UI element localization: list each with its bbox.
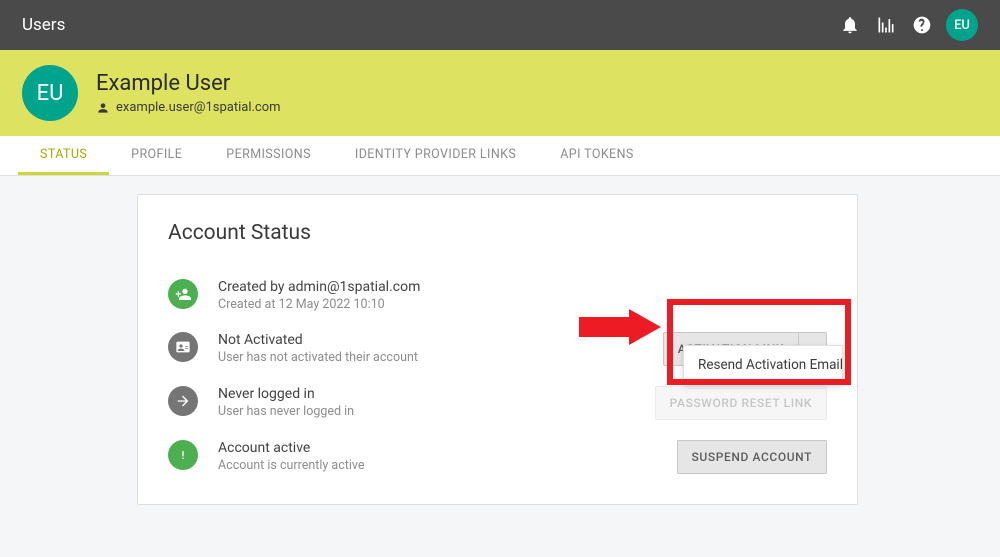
user-avatar-small[interactable]: EU <box>946 9 978 41</box>
password-reset-actions: PASSWORD RESET LINK <box>655 386 827 420</box>
password-reset-button[interactable]: PASSWORD RESET LINK <box>655 386 827 420</box>
activation-link-dropdown: Resend Activation Email <box>683 345 843 385</box>
id-card-icon <box>168 332 198 362</box>
status-text: Not Activated User has not activated the… <box>218 332 643 365</box>
page-body: Account Status Created by admin@1spatial… <box>0 176 1000 523</box>
user-name: Example User <box>96 71 281 96</box>
tab-bar: STATUS PROFILE PERMISSIONS IDENTITY PROV… <box>0 136 1000 176</box>
bell-icon[interactable] <box>832 7 868 43</box>
section-heading: Account Status <box>168 221 827 245</box>
status-subtitle: Account is currently active <box>218 458 657 473</box>
status-subtitle: Created at 12 May 2022 10:10 <box>218 297 827 312</box>
status-title: Created by admin@1spatial.com <box>218 279 827 295</box>
tab-api-tokens[interactable]: API TOKENS <box>538 136 655 175</box>
tab-status[interactable]: STATUS <box>18 136 109 175</box>
topbar: Users EU <box>0 0 1000 50</box>
tab-permissions[interactable]: PERMISSIONS <box>204 136 333 175</box>
status-text: Never logged in User has never logged in <box>218 386 635 419</box>
status-title: Never logged in <box>218 386 635 402</box>
dropdown-item-resend-activation[interactable]: Resend Activation Email <box>684 346 842 384</box>
person-icon <box>96 101 110 115</box>
tab-profile[interactable]: PROFILE <box>109 136 204 175</box>
chart-icon[interactable] <box>868 7 904 43</box>
arrow-right-icon <box>168 386 198 416</box>
status-subtitle: User has never logged in <box>218 404 635 419</box>
user-identity: Example User example.user@1spatial.com <box>96 71 281 115</box>
status-title: Not Activated <box>218 332 643 348</box>
page-title: Users <box>22 15 65 35</box>
user-email-row: example.user@1spatial.com <box>96 100 281 115</box>
status-row-active: Account active Account is currently acti… <box>168 430 827 484</box>
status-row-created: Created by admin@1spatial.com Created at… <box>168 269 827 322</box>
suspend-account-button[interactable]: SUSPEND ACCOUNT <box>677 440 827 474</box>
tab-identity-provider-links[interactable]: IDENTITY PROVIDER LINKS <box>333 136 538 175</box>
status-text: Account active Account is currently acti… <box>218 440 657 473</box>
suspend-actions: SUSPEND ACCOUNT <box>677 440 827 474</box>
exclamation-icon <box>168 440 198 470</box>
status-subtitle: User has not activated their account <box>218 350 643 365</box>
add-user-icon <box>168 279 198 309</box>
help-icon[interactable] <box>904 7 940 43</box>
user-avatar-large: EU <box>22 65 78 121</box>
status-title: Account active <box>218 440 657 456</box>
account-status-card: Account Status Created by admin@1spatial… <box>137 194 858 505</box>
status-text: Created by admin@1spatial.com Created at… <box>218 279 827 312</box>
user-email: example.user@1spatial.com <box>116 100 281 115</box>
user-banner: EU Example User example.user@1spatial.co… <box>0 50 1000 136</box>
